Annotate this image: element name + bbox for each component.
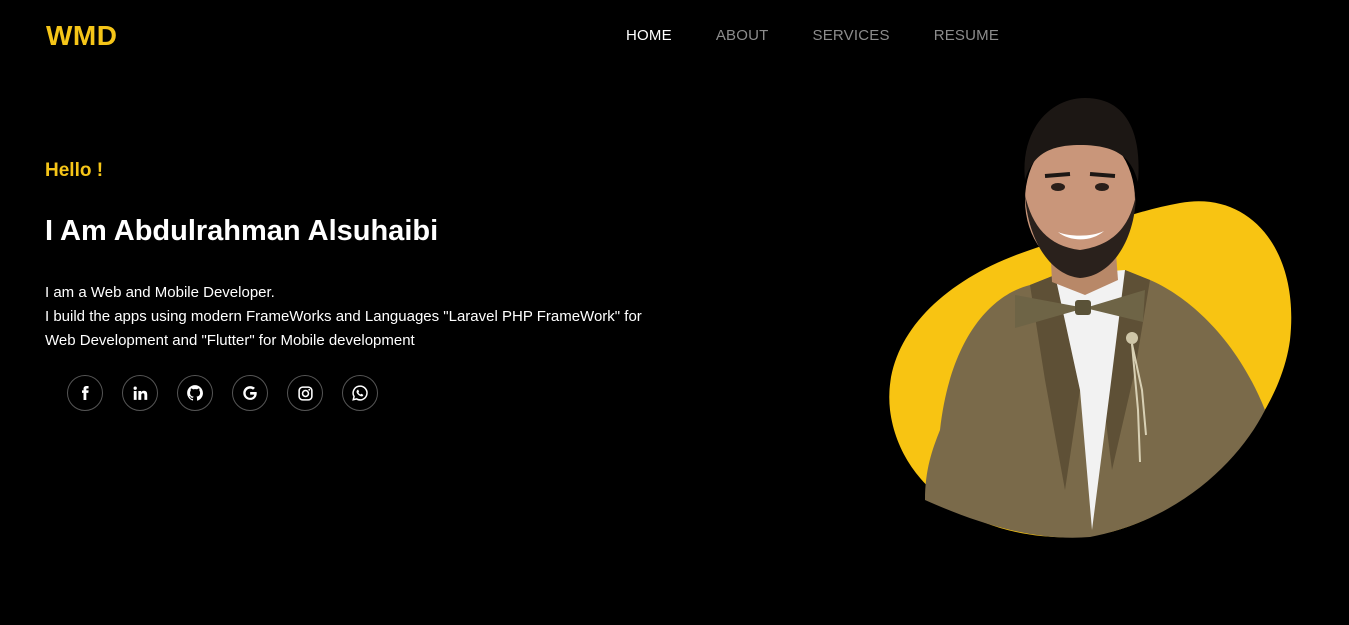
- linkedin-link[interactable]: [122, 375, 158, 411]
- whatsapp-icon: [352, 385, 368, 401]
- instagram-icon: [297, 385, 313, 401]
- google-link[interactable]: [232, 375, 268, 411]
- nav-about[interactable]: ABOUT: [716, 27, 769, 44]
- facebook-link[interactable]: [67, 375, 103, 411]
- facebook-icon: [82, 386, 89, 400]
- hero-description: I am a Web and Mobile Developer. I build…: [45, 281, 705, 353]
- description-line: I build the apps using modern FrameWorks…: [45, 308, 642, 325]
- logo[interactable]: WMD: [46, 20, 117, 52]
- greeting: Hello !: [45, 160, 104, 181]
- page: WMD HOME ABOUT SERVICES RESUME Hello ! I…: [0, 0, 1349, 625]
- nav-services[interactable]: SERVICES: [813, 27, 890, 44]
- google-icon: [243, 386, 257, 400]
- social-links: [67, 375, 397, 411]
- profile-portrait: [889, 98, 1292, 538]
- instagram-link[interactable]: [287, 375, 323, 411]
- hero-headline: I Am Abdulrahman Alsuhaibi: [45, 215, 439, 247]
- github-link[interactable]: [177, 375, 213, 411]
- description-line: Web Development and "Flutter" for Mobile…: [45, 332, 415, 349]
- github-icon: [187, 385, 203, 401]
- nav-home[interactable]: HOME: [626, 27, 672, 44]
- whatsapp-link[interactable]: [342, 375, 378, 411]
- nav-resume[interactable]: RESUME: [934, 27, 999, 44]
- linkedin-icon: [133, 386, 147, 400]
- description-line: I am a Web and Mobile Developer.: [45, 284, 275, 301]
- main-nav: HOME ABOUT SERVICES RESUME: [626, 27, 1043, 44]
